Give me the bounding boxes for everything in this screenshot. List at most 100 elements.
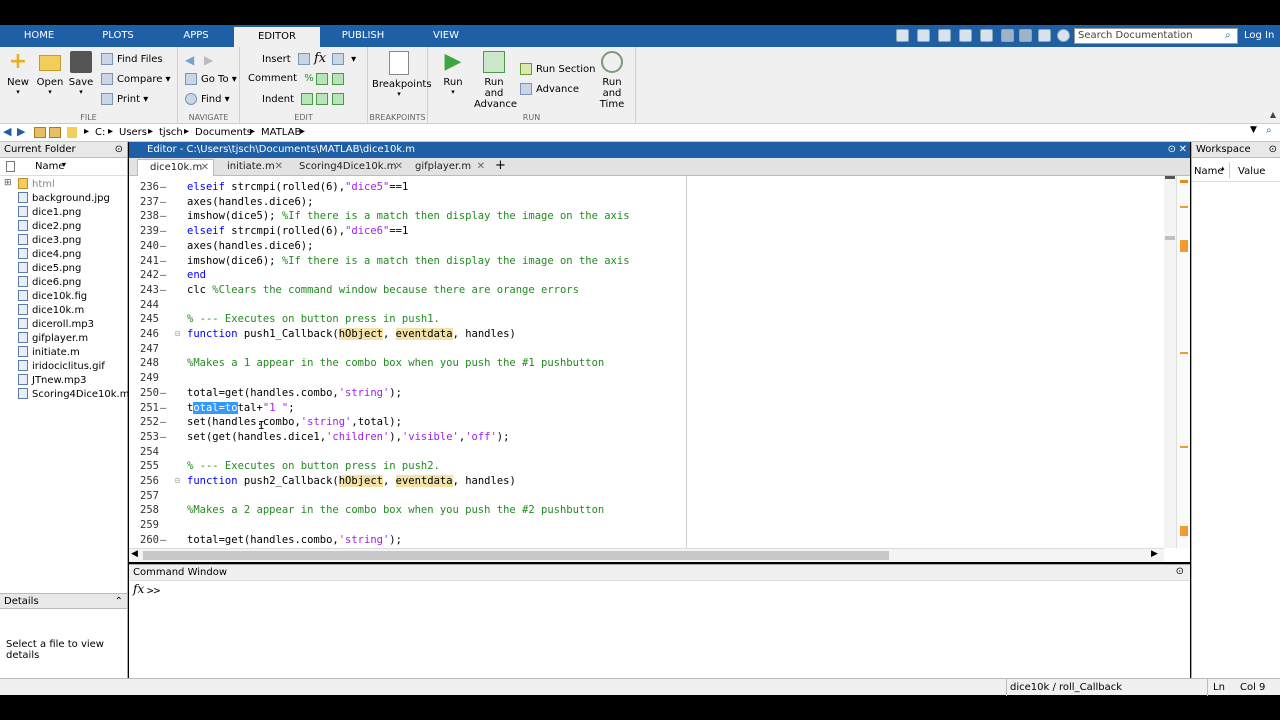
line-number[interactable]: 240 <box>129 239 159 253</box>
line-number[interactable]: 252 <box>129 415 159 429</box>
file-list-item[interactable]: diceroll.mp3 <box>18 318 94 330</box>
line-number[interactable]: 249 <box>129 371 159 385</box>
breakpoint-marker[interactable]: – <box>160 254 166 268</box>
save-button[interactable]: Save ▾ <box>68 51 94 96</box>
fx-icon[interactable]: fx <box>133 582 144 596</box>
details-options-icon[interactable]: ⌃ <box>115 594 123 610</box>
code-area[interactable]: 236– elseif strcmpi(rolled(6),"dice5"==1 2… <box>129 176 1164 548</box>
breadcrumb-c[interactable]: C: <box>95 127 105 138</box>
breadcrumb-documents[interactable]: Documents <box>195 127 252 138</box>
file-list-item[interactable]: ⊞ html <box>4 178 55 190</box>
breakpoint-marker[interactable]: – <box>160 180 166 194</box>
file-list-item[interactable]: dice2.png <box>18 220 81 232</box>
layout-icon[interactable] <box>896 29 909 42</box>
run-button[interactable]: ▶ Run ▾ <box>438 51 468 97</box>
redo-icon[interactable] <box>1019 29 1032 42</box>
breakpoint-marker[interactable]: – <box>160 415 166 429</box>
hscroll-thumb[interactable] <box>143 551 889 560</box>
line-number[interactable]: 244 <box>129 298 159 312</box>
panel-options-icon[interactable]: ⊙ <box>115 142 123 158</box>
code-line[interactable]: 236– elseif strcmpi(rolled(6),"dice5"==1 <box>129 180 1159 194</box>
value-column-header[interactable]: Value <box>1238 166 1265 177</box>
warning-marker[interactable] <box>1180 526 1188 536</box>
breakpoint-marker[interactable]: – <box>160 224 166 238</box>
search-folder-icon[interactable]: ⌕ <box>1266 125 1272 136</box>
breadcrumb-tjsch[interactable]: tjsch <box>159 127 183 138</box>
scroll-left-icon[interactable]: ◀ <box>131 549 138 559</box>
file-list-item[interactable]: Scoring4Dice10k.m <box>18 388 129 400</box>
line-number[interactable]: 251 <box>129 401 159 415</box>
print-button[interactable]: Print ▾ <box>101 93 148 105</box>
code-line[interactable]: 240– axes(handles.dice6); <box>129 239 1159 253</box>
insert-function-button[interactable]: ▾ <box>332 53 356 65</box>
code-line[interactable]: 252– set(handles.combo,'string',total); <box>129 415 1159 429</box>
line-number[interactable]: 255 <box>129 459 159 473</box>
open-button[interactable]: Open ▾ <box>36 51 64 96</box>
warning-marker[interactable] <box>1180 240 1188 252</box>
search-input[interactable]: Search Documentation <box>1074 28 1238 44</box>
breakpoint-marker[interactable]: – <box>160 386 166 400</box>
go-to-button[interactable]: Go To ▾ <box>185 73 237 85</box>
cut-icon[interactable] <box>938 29 951 42</box>
breakpoint-marker[interactable]: – <box>160 533 166 547</box>
file-list-item[interactable]: gifplayer.m <box>18 332 88 344</box>
forward-icon[interactable]: ▶ <box>17 125 25 138</box>
save-icon[interactable] <box>917 29 930 42</box>
breakpoint-marker[interactable]: – <box>160 209 166 223</box>
scroll-thumb[interactable] <box>1165 236 1175 240</box>
line-number[interactable]: 242 <box>129 268 159 282</box>
tab-publish[interactable]: PUBLISH <box>320 25 406 47</box>
code-line[interactable]: 258 %Makes a 2 appear in the combo box wh… <box>129 503 1159 517</box>
close-editor-icon[interactable]: ✕ <box>1179 142 1187 158</box>
line-number[interactable]: 245 <box>129 312 159 326</box>
line-number[interactable]: 260 <box>129 533 159 547</box>
breakpoint-marker[interactable]: – <box>160 268 166 282</box>
code-line[interactable]: 248 %Makes a 1 appear in the combo box wh… <box>129 356 1159 370</box>
back-icon[interactable]: ◀ <box>3 125 11 138</box>
breadcrumb-matlab[interactable]: MATLAB <box>261 127 301 138</box>
warning-marker[interactable] <box>1180 206 1188 208</box>
code-line[interactable]: 245 % --- Executes on button press in pus… <box>129 312 1159 326</box>
warning-marker[interactable] <box>1180 352 1188 354</box>
line-number[interactable]: 254 <box>129 445 159 459</box>
line-number[interactable]: 237 <box>129 195 159 209</box>
command-window-options-icon[interactable]: ⊙ <box>1176 566 1184 577</box>
breakpoint-marker[interactable]: – <box>160 195 166 209</box>
search-icon[interactable]: ⌕ <box>1225 30 1231 41</box>
editor-options-icon[interactable]: ⊙ <box>1168 142 1176 158</box>
breakpoint-marker[interactable]: – <box>160 430 166 444</box>
line-number[interactable]: 243 <box>129 283 159 297</box>
line-number[interactable]: 258 <box>129 503 159 517</box>
paste-icon[interactable] <box>980 29 993 42</box>
comment-button[interactable]: Comment % <box>248 73 314 84</box>
file-list-item[interactable]: dice10k.fig <box>18 290 87 302</box>
code-line[interactable]: 238– imshow(dice5); %If there is a match … <box>129 209 1159 223</box>
code-line[interactable]: 253– set(get(handles.dice1,'children'),'v… <box>129 430 1159 444</box>
line-number[interactable]: 248 <box>129 356 159 370</box>
tab-gifplayer[interactable]: gifplayer.m ✕ <box>403 159 489 176</box>
tab-view[interactable]: VIEW <box>406 25 486 47</box>
code-line[interactable]: 247 <box>129 342 1159 356</box>
back-arrow-icon[interactable]: ◀ <box>185 53 194 67</box>
line-number[interactable]: 257 <box>129 489 159 503</box>
tab-initiate[interactable]: initiate.m ✕ <box>215 159 287 176</box>
fold-icon[interactable]: ⊟ <box>175 327 180 341</box>
indent-button[interactable]: Indent <box>262 93 317 105</box>
close-tab-icon[interactable]: ✕ <box>275 159 283 175</box>
fold-icon[interactable]: ⊟ <box>175 474 180 488</box>
file-list-item[interactable]: dice4.png <box>18 248 81 260</box>
find-button[interactable]: Find ▾ <box>185 93 230 105</box>
code-line[interactable]: 243– clc %Clears the command window becau… <box>129 283 1159 297</box>
collapse-ribbon-icon[interactable]: ▲ <box>1270 110 1276 119</box>
line-number[interactable]: 238 <box>129 209 159 223</box>
close-tab-icon[interactable]: ✕ <box>477 159 485 175</box>
code-line[interactable]: 246 ⊟ function push1_Callback(hObject, eve… <box>129 327 1159 341</box>
comment-toggle-button[interactable] <box>316 73 348 85</box>
browse-folder-icon[interactable] <box>49 127 61 138</box>
file-list-item[interactable]: dice10k.m <box>18 304 84 316</box>
file-list-item[interactable]: initiate.m <box>18 346 80 358</box>
line-number[interactable]: 256 <box>129 474 159 488</box>
breakpoint-marker[interactable]: – <box>160 239 166 253</box>
breakpoint-marker[interactable]: – <box>160 283 166 297</box>
scroll-right-icon[interactable]: ▶ <box>1151 549 1158 559</box>
